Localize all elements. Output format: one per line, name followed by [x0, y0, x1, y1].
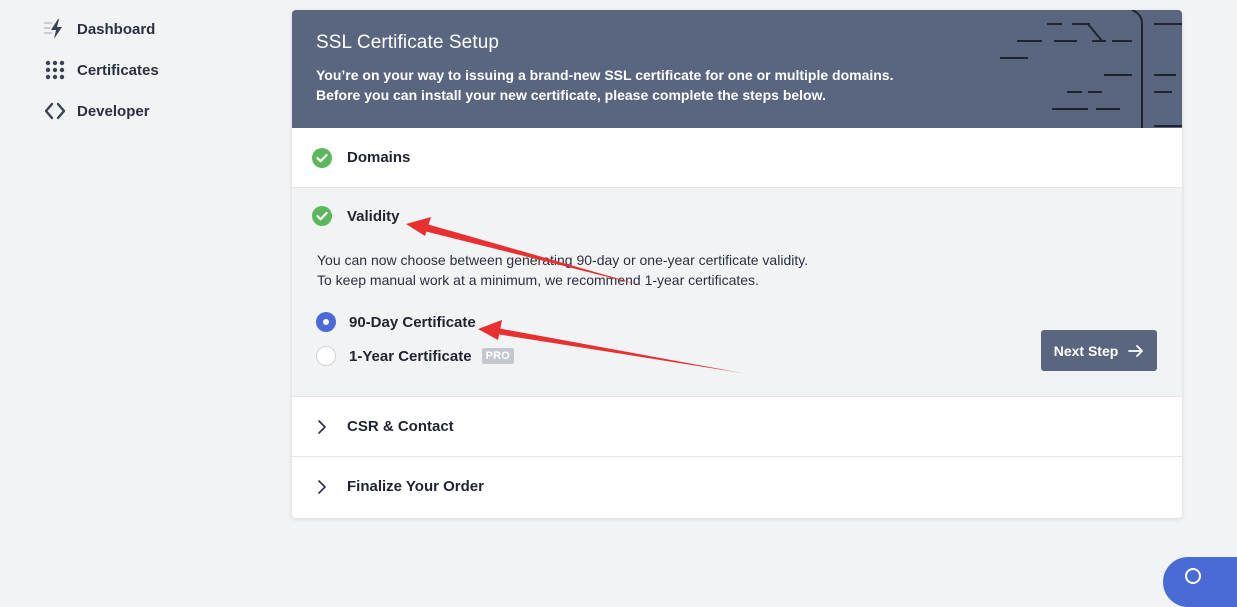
- check-circle-icon: [312, 147, 332, 168]
- help-button[interactable]: [1163, 557, 1237, 607]
- code-brackets-icon: [44, 100, 66, 122]
- next-step-label: Next Step: [1053, 342, 1119, 359]
- setup-banner: SSL Certificate Setup You’re on your way…: [292, 10, 1182, 128]
- step-csr-contact-header[interactable]: CSR & Contact: [292, 397, 1182, 456]
- sidebar-item-label: Certificates: [77, 61, 159, 79]
- chevron-right-icon: [312, 477, 332, 497]
- pro-badge: PRO: [481, 348, 515, 364]
- validity-description: You can now choose between generating 90…: [292, 250, 1182, 290]
- option-label: 1-Year Certificate: [349, 347, 472, 365]
- option-label: 90-Day Certificate: [349, 313, 476, 331]
- step-validity: Validity You can now choose between gene…: [292, 187, 1182, 396]
- banner-decoration-illustration: [1000, 10, 1182, 128]
- chevron-right-icon: [312, 417, 332, 437]
- radio-button-unselected[interactable]: [316, 346, 336, 366]
- sidebar-item-developer[interactable]: Developer: [44, 100, 244, 122]
- radio-button-selected[interactable]: [316, 312, 336, 332]
- validity-desc-line1: You can now choose between generating 90…: [317, 252, 809, 268]
- sidebar: Dashboard Certificates Developer: [44, 18, 244, 141]
- ssl-setup-card: SSL Certificate Setup You’re on your way…: [292, 10, 1182, 518]
- arrow-right-icon: [1128, 344, 1144, 357]
- sidebar-item-certificates[interactable]: Certificates: [44, 59, 244, 81]
- step-finalize-order-header[interactable]: Finalize Your Order: [292, 457, 1182, 516]
- next-step-button[interactable]: Next Step: [1041, 330, 1157, 371]
- check-circle-icon: [312, 206, 332, 226]
- step-title: Finalize Your Order: [347, 478, 484, 495]
- validity-desc-line2: To keep manual work at a minimum, we rec…: [317, 272, 759, 288]
- step-validity-header[interactable]: Validity: [292, 188, 1182, 244]
- step-title: CSR & Contact: [347, 418, 454, 435]
- sidebar-item-label: Developer: [77, 102, 150, 120]
- step-title: Validity: [347, 207, 400, 225]
- step-csr-contact: CSR & Contact: [292, 396, 1182, 456]
- grid-icon: [44, 59, 66, 81]
- step-domains: Domains: [292, 128, 1182, 187]
- help-icon: [1185, 568, 1201, 585]
- step-finalize-order: Finalize Your Order: [292, 456, 1182, 516]
- sidebar-item-dashboard[interactable]: Dashboard: [44, 18, 244, 40]
- step-domains-header[interactable]: Domains: [292, 128, 1182, 187]
- sidebar-item-label: Dashboard: [77, 20, 156, 38]
- lightning-icon: [44, 18, 66, 40]
- step-title: Domains: [347, 149, 411, 166]
